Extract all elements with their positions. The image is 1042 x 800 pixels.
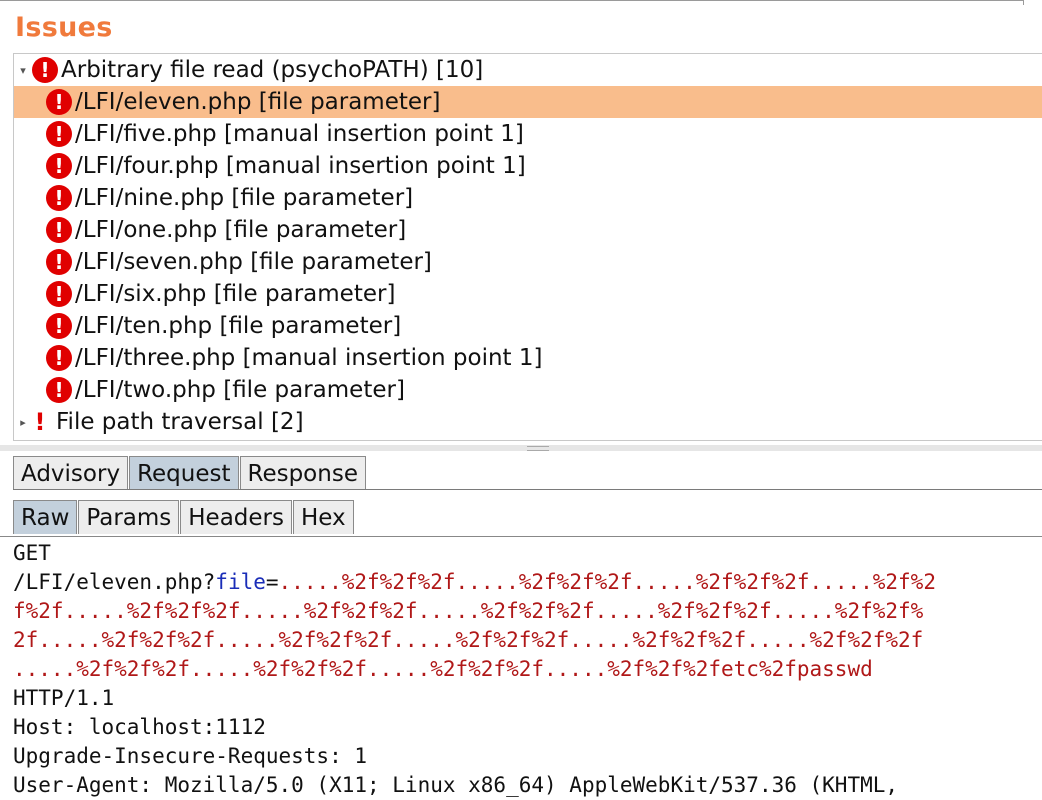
error-circle-icon: ! bbox=[46, 377, 72, 403]
param-equals: = bbox=[265, 570, 279, 594]
detail-tab-bar: Advisory Request Response bbox=[13, 454, 367, 490]
header-host: Host: localhost:1112 bbox=[13, 715, 266, 739]
tab-params[interactable]: Params bbox=[78, 500, 180, 534]
error-circle-icon: ! bbox=[46, 313, 72, 339]
issues-title: Issues bbox=[15, 12, 113, 43]
tree-item[interactable]: ! /LFI/five.php [manual insertion point … bbox=[14, 118, 1042, 150]
tree-item[interactable]: ! /LFI/one.php [file parameter] bbox=[14, 214, 1042, 246]
tree-item[interactable]: ! /LFI/nine.php [file parameter] bbox=[14, 182, 1042, 214]
error-circle-icon: ! bbox=[46, 121, 72, 147]
tree-item-label: /LFI/ten.php [file parameter] bbox=[75, 313, 402, 339]
issues-tree[interactable]: ▾ ! Arbitrary file read (psychoPATH) [10… bbox=[13, 53, 1042, 441]
param-name: file bbox=[215, 570, 266, 594]
tree-item-label: /LFI/two.php [file parameter] bbox=[75, 377, 405, 403]
param-value-part: 2f.....%2f%2f%2f.....%2f%2f%2f.....%2f%2… bbox=[13, 628, 924, 652]
error-circle-icon: ! bbox=[46, 185, 72, 211]
tree-group-arbitrary-file-read[interactable]: ▾ ! Arbitrary file read (psychoPATH) [10… bbox=[14, 54, 1042, 86]
pane-splitter[interactable] bbox=[0, 445, 1042, 451]
tree-item[interactable]: ! /LFI/seven.php [file parameter] bbox=[14, 246, 1042, 278]
request-view-tab-bar: Raw Params Headers Hex bbox=[13, 498, 355, 534]
header-user-agent: User-Agent: Mozilla/5.0 (X11; Linux x86_… bbox=[13, 773, 899, 797]
tree-item-selected[interactable]: ! /LFI/eleven.php [file parameter] bbox=[14, 86, 1042, 118]
request-path: /LFI/eleven.php? bbox=[13, 570, 216, 594]
request-target-line-1: /LFI/eleven.php?file=.....%2f%2f%2f.....… bbox=[13, 568, 1038, 597]
error-circle-icon: ! bbox=[46, 345, 72, 371]
error-circle-icon: ! bbox=[46, 281, 72, 307]
header-upgrade-insecure: Upgrade-Insecure-Requests: 1 bbox=[13, 744, 368, 768]
error-circle-icon: ! bbox=[46, 217, 72, 243]
request-method: GET bbox=[13, 541, 51, 565]
expanded-arrow-icon[interactable]: ▾ bbox=[18, 64, 28, 77]
tree-item-label: /LFI/three.php [manual insertion point 1… bbox=[75, 345, 543, 371]
splitter-grip[interactable] bbox=[527, 446, 549, 451]
param-value-part: .....%2f%2f%2f.....%2f%2f%2f.....%2f%2f%… bbox=[13, 657, 873, 681]
error-circle-icon: ! bbox=[32, 57, 58, 83]
tree-item-label: /LFI/eleven.php [file parameter] bbox=[75, 89, 441, 115]
error-circle-icon: ! bbox=[46, 153, 72, 179]
tree-item[interactable]: ! /LFI/two.php [file parameter] bbox=[14, 374, 1042, 406]
detail-tab-divider bbox=[13, 489, 1042, 490]
param-value-part: .....%2f%2f%2f.....%2f%2f%2f.....%2f%2f%… bbox=[278, 570, 936, 594]
tree-group-file-path-traversal[interactable]: ▸ ! File path traversal [2] bbox=[14, 406, 1042, 438]
tree-item-label: /LFI/five.php [manual insertion point 1] bbox=[75, 121, 524, 147]
request-view-divider bbox=[0, 536, 1042, 537]
tree-item[interactable]: ! /LFI/three.php [manual insertion point… bbox=[14, 342, 1042, 374]
request-protocol: HTTP/1.1 bbox=[13, 686, 115, 710]
tree-item-label: /LFI/nine.php [file parameter] bbox=[75, 185, 414, 211]
tab-request[interactable]: Request bbox=[129, 456, 239, 490]
tree-group-label: File path traversal [2] bbox=[56, 409, 304, 435]
exclamation-icon: ! bbox=[34, 408, 46, 436]
raw-request-editor[interactable]: GET /LFI/eleven.php?file=.....%2f%2f%2f.… bbox=[13, 539, 1038, 800]
tab-raw[interactable]: Raw bbox=[13, 500, 78, 534]
tab-hex[interactable]: Hex bbox=[293, 500, 354, 534]
tab-response[interactable]: Response bbox=[239, 456, 366, 490]
tab-headers[interactable]: Headers bbox=[180, 500, 292, 534]
param-value-part: f%2f.....%2f%2f%2f.....%2f%2f%2f.....%2f… bbox=[13, 599, 924, 623]
error-circle-icon: ! bbox=[46, 89, 72, 115]
tree-group-label: Arbitrary file read (psychoPATH) [10] bbox=[61, 57, 484, 83]
tree-item[interactable]: ! /LFI/six.php [file parameter] bbox=[14, 278, 1042, 310]
tab-advisory[interactable]: Advisory bbox=[13, 456, 129, 490]
tree-item-label: /LFI/six.php [file parameter] bbox=[75, 281, 396, 307]
tree-item[interactable]: ! /LFI/four.php [manual insertion point … bbox=[14, 150, 1042, 182]
tree-item-label: /LFI/four.php [manual insertion point 1] bbox=[75, 153, 526, 179]
window-top-border bbox=[0, 0, 1024, 5]
tree-item[interactable]: ! /LFI/ten.php [file parameter] bbox=[14, 310, 1042, 342]
error-circle-icon: ! bbox=[46, 249, 72, 275]
tree-item-label: /LFI/one.php [file parameter] bbox=[75, 217, 407, 243]
tree-item-label: /LFI/seven.php [file parameter] bbox=[75, 249, 432, 275]
collapsed-arrow-icon[interactable]: ▸ bbox=[18, 416, 28, 429]
